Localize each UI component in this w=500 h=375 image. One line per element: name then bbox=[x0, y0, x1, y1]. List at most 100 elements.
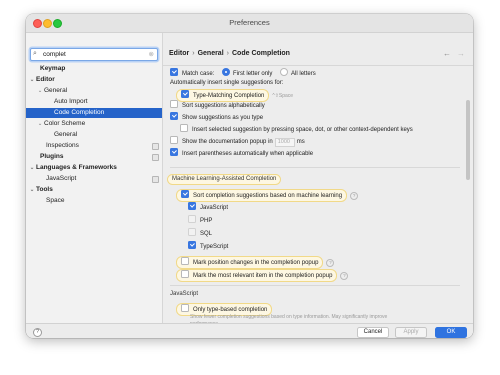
type-matching-label: Type-Matching Completion bbox=[193, 93, 265, 99]
breadcrumb-item[interactable]: General bbox=[198, 50, 224, 57]
sidebar-item-code-completion[interactable]: Code Completion bbox=[26, 108, 162, 118]
sort-ml-label: Sort completion suggestions based on mac… bbox=[193, 193, 343, 199]
insert-parens-checkbox[interactable] bbox=[170, 148, 178, 156]
lang-sql-label: SQL bbox=[200, 231, 213, 237]
sidebar-item-editor[interactable]: ⌄ Editor bbox=[26, 75, 162, 85]
chevron-down-icon[interactable]: ⌄ bbox=[28, 185, 36, 195]
history-nav: ← → bbox=[437, 49, 465, 58]
doc-popup-label: Show the documentation popup in bbox=[182, 139, 273, 145]
sidebar-item-label: Tools bbox=[36, 186, 53, 193]
sidebar-item-inspections[interactable]: Inspections bbox=[26, 141, 162, 151]
lang-javascript-label: JavaScript bbox=[200, 205, 229, 211]
search-highlight: Mark position changes in the completion … bbox=[176, 256, 324, 269]
lang-javascript-row: JavaScript bbox=[188, 202, 228, 213]
sort-ml-checkbox[interactable] bbox=[181, 190, 189, 198]
sidebar-item-label: Editor bbox=[36, 76, 55, 83]
show-as-you-type-label: Show suggestions as you type bbox=[182, 115, 264, 121]
ok-button[interactable]: OK bbox=[435, 327, 467, 338]
settings-sidebar: ⌕ complet ⊗ Keymap ⌄ Editor ⌄ General Auto… bbox=[26, 33, 163, 323]
doc-delay-input[interactable]: 1000 bbox=[274, 138, 295, 147]
magnifier-icon: ⌕ bbox=[33, 50, 37, 57]
sidebar-item-auto-import[interactable]: Auto Import bbox=[26, 97, 162, 107]
clear-search-icon[interactable]: ⊗ bbox=[149, 50, 154, 58]
sidebar-item-general[interactable]: ⌄ General bbox=[26, 86, 162, 96]
insert-selected-row: Insert selected suggestion by pressing s… bbox=[180, 124, 413, 135]
doc-unit-label: ms bbox=[296, 139, 305, 145]
dialog-footer: ? Cancel Apply OK bbox=[26, 323, 473, 338]
breadcrumb-item: Code Completion bbox=[232, 50, 290, 57]
chevron-down-icon[interactable]: ⌄ bbox=[28, 75, 36, 85]
sidebar-item-label: Languages & Frameworks bbox=[36, 164, 117, 171]
sidebar-item-keymap[interactable]: Keymap bbox=[26, 64, 162, 74]
auto-insert-heading: Automatically insert single suggestions … bbox=[170, 80, 284, 86]
help-icon[interactable]: ? bbox=[340, 272, 349, 280]
insert-selected-checkbox[interactable] bbox=[180, 124, 188, 132]
breadcrumb: Editor › General › Code Completion bbox=[169, 50, 290, 57]
sidebar-item-languages-frameworks[interactable]: ⌄ Languages & Frameworks bbox=[26, 163, 162, 173]
insert-parens-label: Insert parentheses automatically when ap… bbox=[182, 151, 314, 157]
lang-sql-row: SQL bbox=[188, 228, 212, 239]
help-button[interactable]: ? bbox=[33, 328, 42, 337]
chevron-down-icon[interactable]: ⌄ bbox=[36, 86, 44, 96]
lang-sql-checkbox[interactable] bbox=[188, 228, 196, 236]
match-case-checkbox[interactable] bbox=[170, 68, 178, 76]
insert-selected-label: Insert selected suggestion by pressing s… bbox=[192, 127, 413, 133]
mark-position-label: Mark position changes in the completion … bbox=[193, 260, 319, 266]
cancel-button[interactable]: Cancel bbox=[357, 327, 389, 338]
search-value: complet bbox=[43, 50, 66, 58]
project-settings-icon bbox=[152, 154, 159, 161]
help-icon[interactable]: ? bbox=[350, 192, 359, 200]
doc-popup-row: Show the documentation popup in 1000 ms bbox=[170, 136, 305, 147]
lang-javascript-checkbox[interactable] bbox=[188, 202, 196, 210]
search-highlight: Machine Learning-Assisted Completion bbox=[167, 174, 282, 185]
settings-content: Match case: First letter only All letter… bbox=[163, 65, 473, 327]
section-divider bbox=[170, 167, 460, 168]
sidebar-item-label: Keymap bbox=[40, 65, 66, 72]
chevron-down-icon[interactable]: ⌄ bbox=[28, 163, 36, 173]
sidebar-item-javascript[interactable]: JavaScript bbox=[26, 174, 162, 184]
doc-popup-checkbox[interactable] bbox=[170, 136, 178, 144]
back-arrow-icon[interactable]: ← bbox=[443, 49, 451, 58]
show-as-you-type-row: Show suggestions as you type bbox=[170, 112, 263, 123]
lang-typescript-checkbox[interactable] bbox=[188, 241, 196, 249]
sidebar-item-label: Plugins bbox=[40, 153, 64, 160]
mark-relevant-label: Mark the most relevant item in the compl… bbox=[193, 273, 333, 279]
sidebar-item-space[interactable]: Space bbox=[26, 196, 162, 206]
first-letter-label: First letter only bbox=[233, 71, 273, 77]
sort-alpha-checkbox[interactable] bbox=[170, 100, 178, 108]
lang-typescript-row: TypeScript bbox=[188, 241, 228, 252]
mark-position-checkbox[interactable] bbox=[181, 257, 189, 265]
match-case-row: Match case: First letter only All letter… bbox=[170, 68, 316, 79]
apply-button[interactable]: Apply bbox=[395, 327, 427, 338]
sidebar-item-label: Color Scheme bbox=[44, 120, 86, 127]
preferences-window: Preferences ⌕ complet ⊗ Keymap ⌄ Editor ⌄… bbox=[26, 14, 473, 338]
match-case-label: Match case: bbox=[182, 71, 215, 77]
settings-search-field[interactable]: ⌕ complet ⊗ bbox=[30, 48, 158, 61]
type-matching-checkbox[interactable] bbox=[181, 90, 189, 98]
first-letter-radio[interactable] bbox=[222, 68, 231, 76]
sidebar-item-color-scheme[interactable]: ⌄ Color Scheme bbox=[26, 119, 162, 129]
show-as-you-type-checkbox[interactable] bbox=[170, 112, 178, 120]
vertical-scrollbar[interactable] bbox=[466, 100, 470, 180]
help-icon[interactable]: ? bbox=[326, 259, 335, 267]
lang-php-checkbox[interactable] bbox=[188, 215, 196, 223]
sidebar-item-plugins[interactable]: Plugins bbox=[26, 152, 162, 162]
sidebar-item-label: General bbox=[44, 87, 68, 94]
mark-relevant-row: Mark the most relevant item in the compl… bbox=[176, 269, 349, 282]
sidebar-item-label: Space bbox=[46, 197, 65, 204]
mark-relevant-checkbox[interactable] bbox=[181, 270, 189, 278]
ml-section-title: Machine Learning-Assisted Completion bbox=[167, 174, 282, 185]
sidebar-item-label: Code Completion bbox=[54, 109, 105, 116]
lang-typescript-label: TypeScript bbox=[200, 244, 229, 250]
insert-parens-row: Insert parentheses automatically when ap… bbox=[170, 148, 313, 159]
all-letters-radio[interactable] bbox=[280, 68, 289, 76]
search-highlight: Mark the most relevant item in the compl… bbox=[176, 269, 338, 282]
project-settings-icon bbox=[152, 143, 159, 150]
only-type-based-checkbox[interactable] bbox=[181, 304, 189, 312]
forward-arrow-icon[interactable]: → bbox=[457, 49, 465, 58]
chevron-down-icon[interactable]: ⌄ bbox=[36, 119, 44, 129]
sidebar-item-color-scheme-general[interactable]: General bbox=[26, 130, 162, 140]
sidebar-item-tools[interactable]: ⌄ Tools bbox=[26, 185, 162, 195]
breadcrumb-item[interactable]: Editor bbox=[169, 50, 189, 57]
sort-alpha-label: Sort suggestions alphabetically bbox=[182, 103, 265, 109]
